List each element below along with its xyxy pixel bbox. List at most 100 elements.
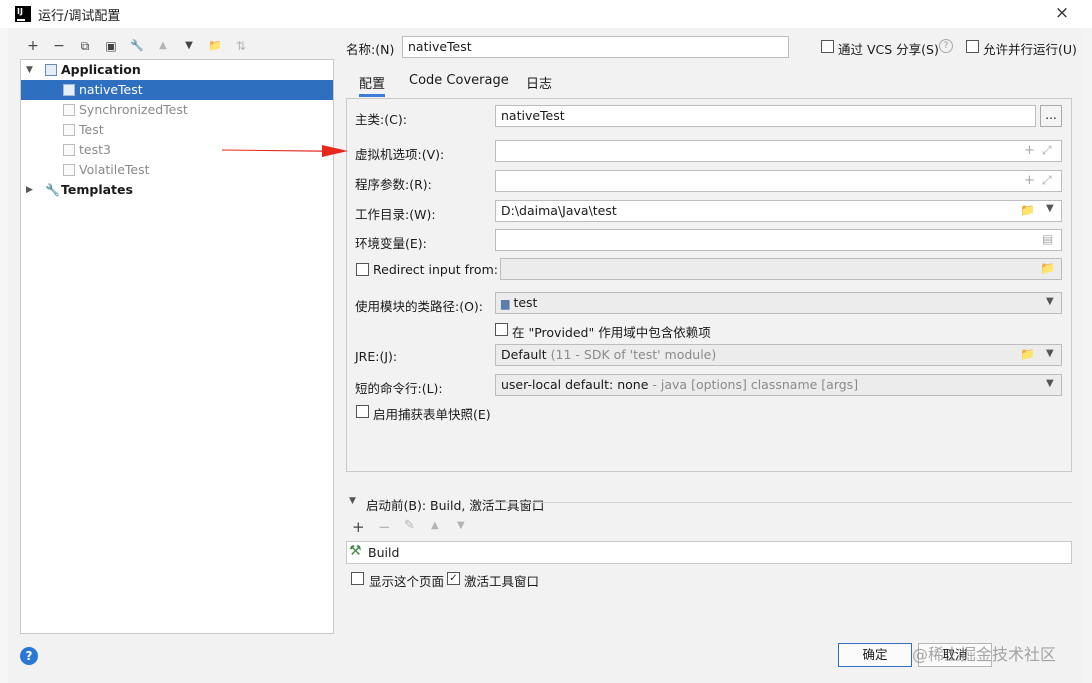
- remove-config-icon[interactable]: −: [49, 37, 69, 55]
- build-task-label: Build: [368, 545, 400, 560]
- classpath-module-select[interactable]: ▆ test: [495, 292, 1062, 314]
- tree-item-label: nativeTest: [79, 82, 143, 97]
- expand-icon[interactable]: ⤢: [1042, 173, 1052, 188]
- tree-label-application: Application: [61, 62, 141, 77]
- chevron-down-icon[interactable]: ▼: [1046, 203, 1054, 214]
- show-page-label: 显示这个页面: [369, 574, 445, 589]
- folder-icon[interactable]: 📁: [1020, 203, 1035, 217]
- include-provided-checkbox[interactable]: [495, 323, 508, 336]
- tree-node-application[interactable]: ▼ Application: [21, 60, 333, 80]
- folder-icon[interactable]: 📁: [1020, 347, 1035, 361]
- move-down-icon[interactable]: ▼: [179, 37, 199, 55]
- tree-item-volatiletest[interactable]: VolatileTest: [21, 160, 333, 180]
- tree-node-templates[interactable]: ▶ 🔧 Templates: [21, 180, 333, 200]
- shorten-cmdline-hint: - java [options] classname [args]: [652, 377, 859, 392]
- redirect-input-label: Redirect input from:: [373, 262, 498, 277]
- move-down-icon[interactable]: ▼: [457, 520, 465, 531]
- move-up-icon[interactable]: ▲: [153, 37, 173, 55]
- document-icon[interactable]: ▤: [1042, 232, 1053, 246]
- tab-logs[interactable]: 日志: [526, 73, 552, 97]
- program-args-label: 程序参数:(R):: [355, 177, 432, 192]
- chevron-down-icon[interactable]: ▼: [1046, 378, 1054, 389]
- activate-window-checkbox[interactable]: ✓: [447, 572, 460, 585]
- name-input[interactable]: nativeTest: [402, 36, 789, 58]
- tab-configuration[interactable]: 配置: [359, 73, 386, 97]
- folder-icon[interactable]: 📁: [205, 37, 225, 55]
- parallel-run-checkbox[interactable]: [966, 40, 979, 53]
- browse-button[interactable]: ...: [1040, 105, 1062, 127]
- class-config-icon: [63, 144, 75, 156]
- add-config-icon[interactable]: +: [23, 37, 43, 55]
- window-title: 运行/调试配置: [38, 9, 121, 24]
- expand-icon[interactable]: ⤢: [1042, 143, 1052, 158]
- env-vars-label: 环境变量(E):: [355, 236, 427, 251]
- main-class-label: 主类:(C):: [355, 112, 407, 127]
- classpath-module-label: 使用模块的类路径:(O):: [355, 299, 484, 314]
- tree-item-label: VolatileTest: [79, 162, 150, 177]
- shorten-cmdline-select[interactable]: user-local default: none - java [options…: [495, 374, 1062, 396]
- copy-config-icon[interactable]: ⧉: [75, 37, 95, 55]
- class-config-icon: [63, 104, 75, 116]
- class-config-icon: [63, 164, 75, 176]
- program-args-input[interactable]: [495, 170, 1062, 192]
- tree-item-label: test3: [79, 142, 111, 157]
- right-edge-strip: [1082, 28, 1092, 683]
- working-dir-input[interactable]: D:\daima\Java\test: [495, 200, 1062, 222]
- application-icon: [45, 64, 57, 76]
- chevron-right-icon[interactable]: ▶: [26, 180, 36, 200]
- vm-options-label: 虚拟机选项:(V):: [355, 147, 445, 162]
- hammer-icon: ⚒: [349, 543, 362, 559]
- ok-button[interactable]: 确定: [838, 643, 912, 667]
- add-icon[interactable]: +: [1024, 143, 1035, 158]
- wrench-icon[interactable]: 🔧: [127, 37, 147, 55]
- chevron-down-icon[interactable]: ▼: [349, 496, 356, 506]
- tree-item-synchronizedtest[interactable]: SynchronizedTest: [21, 100, 333, 120]
- snapshot-checkbox[interactable]: [356, 405, 369, 418]
- tree-item-label: Test: [79, 122, 104, 137]
- vcs-share-checkbox[interactable]: [821, 40, 834, 53]
- save-config-icon[interactable]: ▣: [101, 37, 121, 55]
- edit-task-icon[interactable]: ✎: [404, 518, 415, 533]
- move-up-icon[interactable]: ▲: [431, 520, 439, 531]
- chevron-down-icon[interactable]: ▼: [26, 60, 36, 80]
- tree-item-nativetest[interactable]: nativeTest: [21, 80, 333, 100]
- wrench-icon: 🔧: [45, 183, 60, 197]
- red-arrow-annotation: [222, 145, 348, 157]
- add-task-icon[interactable]: +: [352, 518, 365, 536]
- sort-icon[interactable]: ⇅: [231, 37, 251, 55]
- main-class-input[interactable]: nativeTest: [495, 105, 1036, 127]
- redirect-input-checkbox[interactable]: [356, 263, 369, 276]
- module-folder-icon: ▆: [501, 297, 510, 310]
- remove-task-icon[interactable]: −: [378, 518, 391, 536]
- chevron-down-icon[interactable]: ▼: [1046, 296, 1054, 307]
- title-bar: [0, 0, 1092, 28]
- shorten-cmdline-value: user-local default: none: [501, 377, 649, 392]
- env-vars-input[interactable]: [495, 229, 1062, 251]
- build-task-row[interactable]: ⚒ Build: [346, 541, 1072, 564]
- before-launch-header[interactable]: 启动前(B): Build, 激活工具窗口: [366, 495, 544, 514]
- activate-window-label: 激活工具窗口: [464, 574, 540, 589]
- background-window-strip: [0, 28, 8, 683]
- name-label: 名称:(N): [346, 42, 395, 57]
- show-page-checkbox[interactable]: [351, 572, 364, 585]
- add-icon[interactable]: +: [1024, 173, 1035, 188]
- classpath-module-value: test: [513, 295, 538, 310]
- jre-select[interactable]: Default (11 - SDK of 'test' module): [495, 344, 1062, 366]
- folder-icon[interactable]: 📁: [1040, 261, 1055, 275]
- help-icon[interactable]: ?: [939, 39, 953, 53]
- vm-options-input[interactable]: [495, 140, 1062, 162]
- parallel-run-label: 允许并行运行(U): [983, 42, 1077, 57]
- jre-hint: (11 - SDK of 'test' module): [550, 347, 717, 362]
- intellij-app-icon: IJ: [15, 6, 31, 22]
- tree-item-test[interactable]: Test: [21, 120, 333, 140]
- class-config-icon: [63, 124, 75, 136]
- working-dir-label: 工作目录:(W):: [355, 207, 436, 222]
- help-icon[interactable]: ?: [20, 647, 38, 665]
- include-provided-label: 在 "Provided" 作用域中包含依赖项: [512, 325, 711, 340]
- redirect-input-field[interactable]: [500, 258, 1062, 280]
- close-icon[interactable]: ×: [1052, 3, 1072, 23]
- divider: [483, 502, 1072, 503]
- chevron-down-icon[interactable]: ▼: [1046, 348, 1054, 359]
- jre-label: JRE:(J):: [355, 349, 398, 364]
- tab-code-coverage[interactable]: Code Coverage: [409, 73, 509, 97]
